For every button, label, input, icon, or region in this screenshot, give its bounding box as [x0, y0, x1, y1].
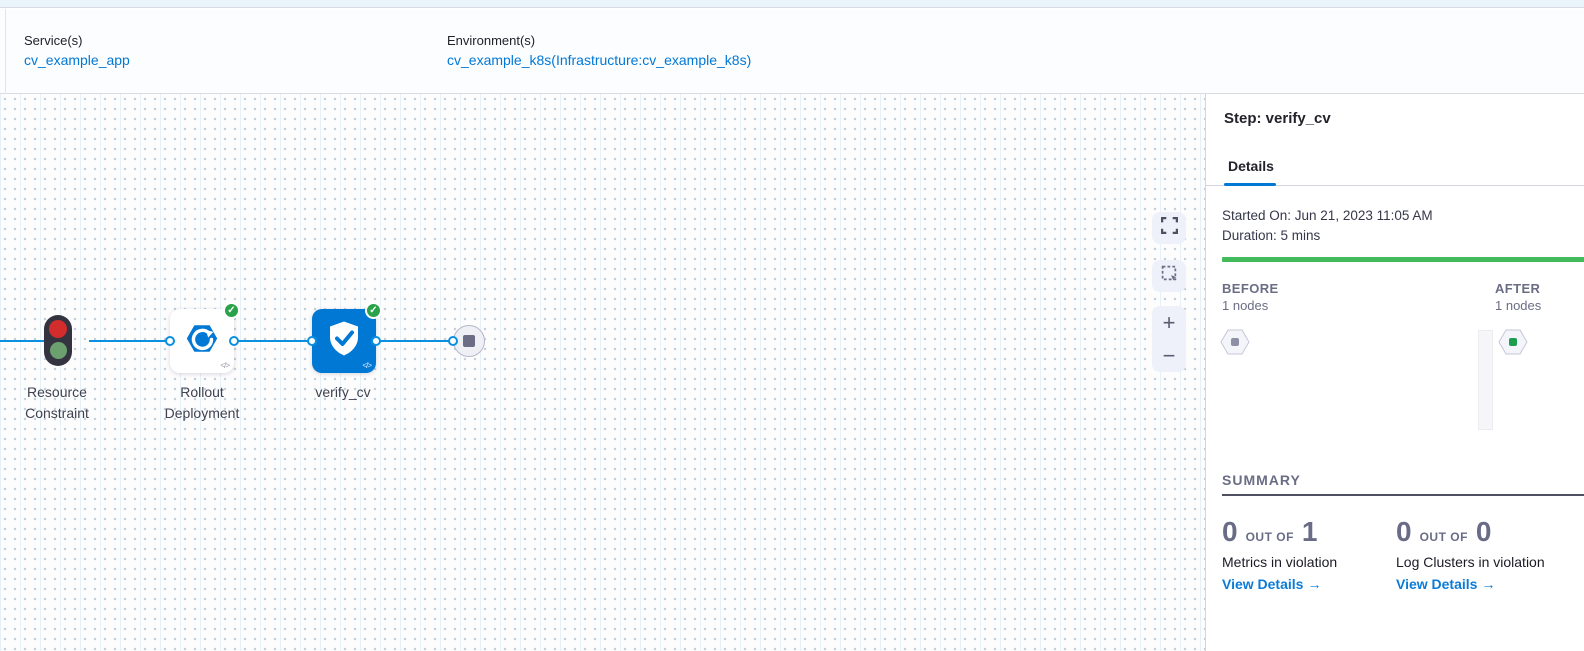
summary-heading: SUMMARY	[1222, 472, 1301, 488]
log-clusters-violation-count: 0	[1396, 516, 1412, 548]
started-on-text: Started On: Jun 21, 2023 11:05 AM	[1222, 208, 1433, 223]
shield-check-icon	[324, 319, 364, 364]
resource-constraint-node[interactable]	[44, 315, 72, 366]
rollout-deployment-icon	[183, 320, 221, 363]
log-clusters-total-count: 0	[1476, 516, 1492, 548]
progress-bar	[1222, 257, 1584, 262]
log-clusters-caption: Log Clusters in violation	[1396, 554, 1545, 570]
metrics-view-details-link[interactable]: View Details→	[1222, 576, 1321, 592]
metrics-total-count: 1	[1302, 516, 1318, 548]
marquee-select-icon	[1161, 265, 1178, 287]
stop-icon	[463, 335, 475, 347]
rollout-deployment-node[interactable]: ✓ </>	[170, 309, 234, 373]
metrics-out-of-label: OUT OF	[1246, 530, 1294, 544]
service-environment-header: Service(s) cv_example_app Environment(s)…	[0, 9, 1584, 94]
edge-resource-constraint-to-rollout	[89, 340, 171, 342]
metrics-caption: Metrics in violation	[1222, 554, 1337, 570]
metrics-stat: 0 OUT OF 1	[1222, 516, 1317, 548]
resource-constraint-label: Resource Constraint	[0, 382, 117, 424]
zoom-controls: + −	[1152, 306, 1186, 372]
fullscreen-icon	[1161, 217, 1178, 239]
after-node-hexagon[interactable]	[1498, 329, 1528, 360]
header-left-divider	[5, 9, 6, 94]
port-rollout-in	[165, 336, 175, 346]
rollout-deployment-label: Rollout Deployment	[142, 382, 262, 424]
zoom-in-button[interactable]: +	[1152, 306, 1186, 339]
services-label: Service(s)	[24, 33, 83, 48]
environment-name-link[interactable]: cv_example_k8s	[447, 52, 551, 68]
arrow-right-icon: →	[1307, 576, 1321, 592]
metrics-violation-count: 0	[1222, 516, 1238, 548]
plus-icon: +	[1163, 310, 1176, 336]
environment-link[interactable]: cv_example_k8s(Infrastructure:cv_example…	[447, 52, 751, 70]
port-verify-in	[307, 336, 317, 346]
arrow-right-icon: →	[1481, 576, 1495, 592]
zoom-out-button[interactable]: −	[1152, 339, 1186, 372]
marquee-select-button[interactable]	[1152, 260, 1186, 292]
minus-icon: −	[1163, 343, 1176, 369]
after-label: AFTER	[1495, 281, 1540, 296]
service-link[interactable]: cv_example_app	[24, 52, 130, 68]
port-end-in	[448, 336, 458, 346]
log-clusters-out-of-label: OUT OF	[1420, 530, 1468, 544]
fullscreen-button[interactable]	[1152, 212, 1186, 244]
top-accent-strip	[0, 0, 1584, 8]
pipeline-canvas[interactable]: Resource Constraint ✓ </> Rollout Deploy…	[0, 94, 1205, 651]
port-rollout-out	[229, 336, 239, 346]
pipeline-execution-view: Service(s) cv_example_app Environment(s)…	[0, 0, 1584, 651]
verify-cv-node[interactable]: ✓ </>	[312, 309, 376, 373]
edge-rollout-to-verify	[235, 340, 311, 342]
success-check-badge: ✓	[365, 302, 382, 319]
port-verify-out	[371, 336, 381, 346]
environment-infrastructure-link[interactable]: (Infrastructure:cv_example_k8s)	[551, 52, 751, 68]
before-after-scrollbar[interactable]	[1478, 330, 1493, 430]
after-node-count: 1 nodes	[1495, 298, 1541, 313]
before-node-count: 1 nodes	[1222, 298, 1268, 313]
success-check-badge: ✓	[223, 302, 240, 319]
environments-label: Environment(s)	[447, 33, 535, 48]
before-label: BEFORE	[1222, 281, 1279, 296]
step-title: Step: verify_cv	[1224, 110, 1331, 127]
edge-start-to-resource-constraint	[0, 340, 44, 342]
code-icon: </>	[362, 361, 371, 370]
verify-cv-label: verify_cv	[283, 382, 403, 403]
code-icon: </>	[220, 361, 229, 370]
log-clusters-stat: 0 OUT OF 0	[1396, 516, 1491, 548]
tab-active-underline	[1224, 183, 1276, 186]
summary-divider	[1222, 494, 1584, 496]
edge-verify-to-end	[377, 340, 454, 342]
step-details-panel: Step: verify_cv Details Started On: Jun …	[1205, 94, 1584, 651]
duration-text: Duration: 5 mins	[1222, 228, 1320, 243]
before-node-hexagon[interactable]	[1220, 329, 1250, 360]
log-clusters-view-details-link[interactable]: View Details→	[1396, 576, 1495, 592]
tab-details[interactable]: Details	[1228, 158, 1274, 174]
